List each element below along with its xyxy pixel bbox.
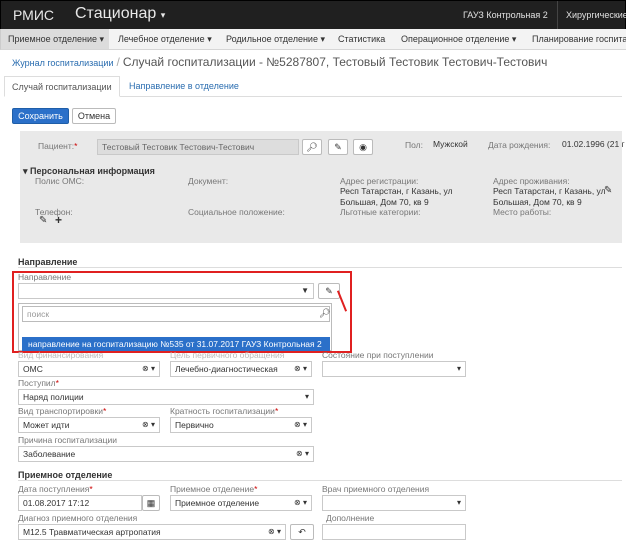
reg-address-value: Респ Татарстан, г Казань, ул Большая, До… — [340, 186, 453, 207]
main-menu: Приемное отделение ▾ Лечебное отделение … — [0, 29, 626, 50]
sex-label: Пол: — [405, 140, 423, 150]
goal-label: Цель первичного обращения — [170, 350, 285, 360]
save-button[interactable]: Сохранить — [12, 108, 69, 124]
sex-value: Мужской — [433, 139, 468, 149]
reason-select[interactable]: Заболевание ⊗ ▾ — [18, 446, 314, 462]
breadcrumb: Журнал госпитализации / Случай госпитализа… — [12, 55, 548, 69]
edit-address-icon[interactable]: ✎ — [604, 185, 612, 196]
work-label: Место работы: — [493, 207, 552, 217]
add-phone-icon[interactable]: + — [55, 213, 62, 227]
diagnosis-label: Диагноз приемного отделения — [18, 513, 138, 523]
patient-label: Пациент:* — [38, 141, 78, 151]
transport-label: Вид транспортировки* — [18, 406, 107, 416]
menu-maternity[interactable]: Родильное отделение ▾ — [219, 29, 332, 49]
state-label: Состояние при поступлении — [322, 350, 434, 360]
patient-field: Тестовый Тестовик Тестович-Тестович — [97, 139, 299, 155]
cancel-button[interactable]: Отмена — [72, 108, 116, 124]
date-label: Дата поступления* — [18, 484, 93, 494]
globe-icon[interactable]: ◉ — [353, 139, 373, 155]
admission-date-input[interactable]: 01.08.2017 17:12 — [18, 495, 142, 511]
finance-label: Вид финансирования — [18, 350, 104, 360]
menu-planning[interactable]: Планирование госпитал — [525, 29, 626, 49]
tab-hospitalization-case[interactable]: Случай госпитализации — [4, 76, 120, 97]
goal-select[interactable]: Лечебно-диагностическая ⊗ ▾ — [170, 361, 312, 377]
tab-department-referral[interactable]: Направление в отделение — [122, 76, 246, 97]
diagnosis-select[interactable]: M12.5 Травматическая артропатия ⊗ ▾ — [18, 524, 286, 540]
search-icon: 🔎︎ — [319, 308, 331, 318]
extra-label: Дополнение — [326, 513, 375, 523]
direction-dropdown: поиск 🔎︎ направление на госпитализацию №… — [18, 303, 332, 351]
doctor-select[interactable]: ▾ — [322, 495, 466, 511]
department-name[interactable]: Хирургические — [557, 1, 626, 30]
doctor-label: Врач приемного отделения — [322, 484, 430, 494]
admission-dept-select[interactable]: Приемное отделение ⊗ ▾ — [170, 495, 312, 511]
extra-input[interactable] — [322, 524, 466, 540]
undo-icon[interactable]: ↶ — [290, 524, 314, 540]
divider — [18, 267, 622, 268]
social-status-label: Социальное положение: — [188, 207, 285, 217]
benefit-label: Льготные категории: — [340, 207, 421, 217]
edit-icon[interactable]: ✎ — [328, 139, 348, 155]
multiplicity-label: Кратность госпитализации* — [170, 406, 279, 416]
arrived-label: Поступил* — [18, 378, 59, 388]
divider — [18, 480, 622, 481]
document-label: Документ: — [188, 176, 229, 186]
dob-label: Дата рождения: — [488, 140, 551, 150]
app-brand[interactable]: РМИС — [13, 7, 54, 23]
finance-select[interactable]: ОМС ⊗ ▾ — [18, 361, 160, 377]
top-navbar: РМИС Стационар ▾ ГАУЗ Контрольная 2 Хиру… — [0, 0, 626, 30]
dropdown-search-input[interactable]: поиск — [22, 306, 330, 322]
calendar-icon[interactable]: ▦ — [142, 495, 160, 511]
direction-section-title: Направление — [18, 257, 78, 267]
module-switcher[interactable]: Стационар ▾ — [75, 5, 165, 23]
transport-select[interactable]: Может идти ⊗ ▾ — [18, 417, 160, 433]
search-icon[interactable]: 🔎︎ — [302, 139, 322, 155]
menu-operating[interactable]: Операционное отделение ▾ — [394, 29, 523, 49]
edit-phone-icon[interactable]: ✎ — [39, 215, 47, 226]
multiplicity-select[interactable]: Первично ⊗ ▾ — [170, 417, 312, 433]
state-select[interactable]: ▾ — [322, 361, 466, 377]
menu-statistics[interactable]: Статистика — [331, 29, 392, 49]
live-address-value: Респ Татарстан, г Казань, ул Большая, До… — [493, 186, 606, 207]
breadcrumb-journal-link[interactable]: Журнал госпитализации — [12, 58, 113, 68]
live-address-label: Адрес проживания: — [493, 176, 570, 186]
chevron-down-icon: ▾ — [160, 10, 166, 20]
menu-treatment[interactable]: Лечебное отделение ▾ — [111, 29, 219, 49]
reason-label: Причина госпитализации — [18, 435, 118, 445]
reg-address-label: Адрес регистрации: — [340, 176, 419, 186]
admission-dept-label: Приемное отделение* — [170, 484, 258, 494]
tab-bar: Случай госпитализации Направление в отде… — [4, 76, 622, 97]
page-title: Случай госпитализации - №5287807, Тестов… — [122, 55, 548, 69]
menu-admission[interactable]: Приемное отделение ▾ — [1, 29, 109, 49]
organization-name[interactable]: ГАУЗ Контрольная 2 — [463, 10, 548, 20]
patient-panel: Пациент:* Тестовый Тестовик Тестович-Тес… — [20, 131, 625, 243]
dob-value: 01.02.1996 (21 г — [562, 139, 625, 149]
admission-section-title: Приемное отделение — [18, 470, 113, 480]
dropdown-option[interactable]: направление на госпитализацию №535 от 31… — [22, 337, 330, 351]
oms-label: Полис ОМС: — [35, 176, 85, 186]
arrived-select[interactable]: Наряд полиции ▾ — [18, 389, 314, 405]
